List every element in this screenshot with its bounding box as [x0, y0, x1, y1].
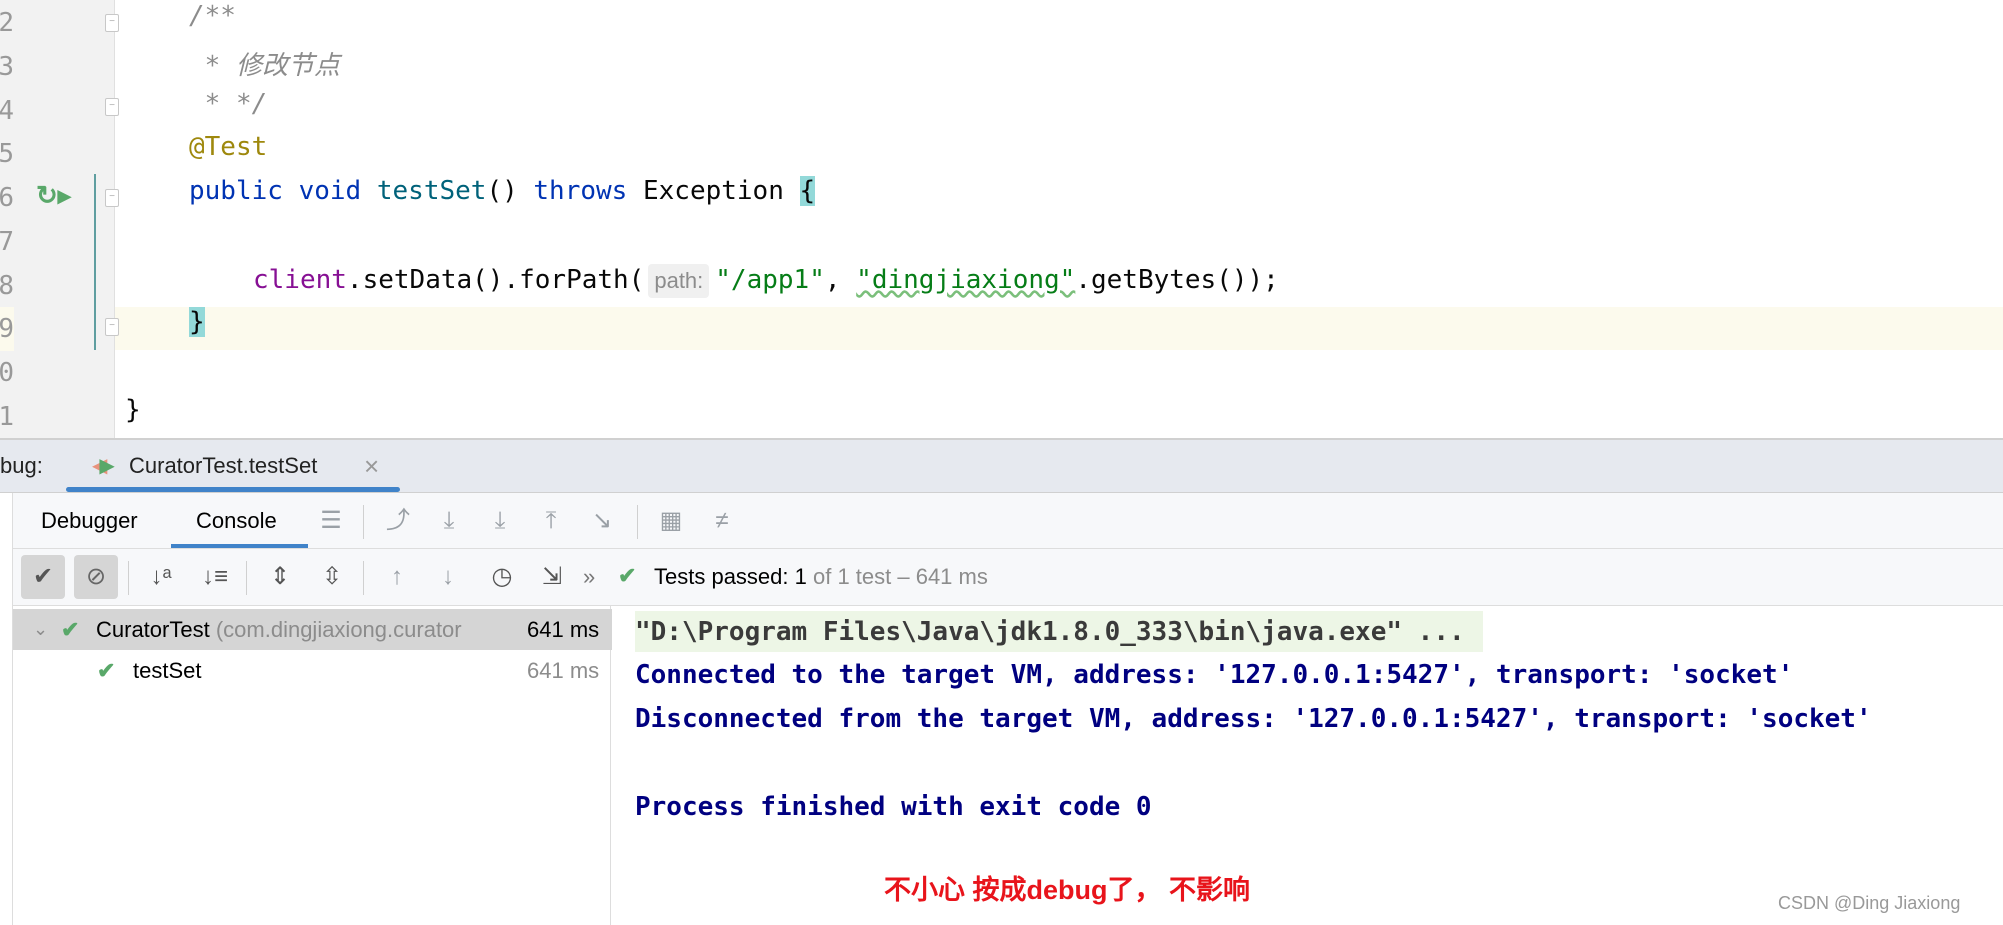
line-number: 9 [0, 307, 14, 351]
keyword: throws [533, 176, 628, 206]
string-literal: "dingjiaxiong" [856, 265, 1076, 295]
run-test-gutter-icon[interactable]: ↻▸ [36, 180, 71, 211]
code-area[interactable]: /** * 修改节点 * */ @Test public void testSe… [125, 0, 2003, 438]
sort-alphabetically-icon[interactable]: ↓ᵃ [146, 549, 176, 605]
tab-curatortest-testset[interactable]: ◀▶ CuratorTest.testSet × [66, 440, 400, 493]
expand-all-icon[interactable]: ⇕ [265, 549, 295, 605]
tree-item-label: CuratorTest (com.dingjiaxiong.curator [96, 609, 522, 650]
previous-failed-icon[interactable]: ↑ [382, 549, 412, 605]
more-actions-icon[interactable]: » [583, 564, 595, 590]
test-duration: 641 ms [527, 658, 600, 683]
status-passed-count: Tests passed: 1 [654, 564, 807, 589]
console-line: "D:\Program Files\Java\jdk1.8.0_333\bin\… [635, 617, 1465, 647]
sort-by-duration-icon[interactable]: ↓≡ [200, 549, 230, 605]
annotation-note: 不小心 按成debug了， 不影响 [884, 875, 1250, 905]
line-number: 0 [0, 358, 14, 388]
test-results-tree: ⌄ ✔ CuratorTest (com.dingjiaxiong.curato… [12, 606, 612, 925]
comma: , [824, 265, 857, 295]
fold-icon[interactable]: − [105, 318, 119, 336]
line-number: 5 [0, 139, 14, 169]
code-line: /** [189, 1, 236, 31]
call-tail: .getBytes()); [1075, 265, 1279, 295]
trace-icon[interactable]: ≠ [707, 493, 737, 549]
line-number: 7 [0, 227, 14, 257]
next-failed-icon[interactable]: ↓ [433, 549, 463, 605]
editor-gutter: 2 3 4 5 6 7 8 9 0 1 ↻▸ − − − − [0, 0, 119, 438]
test-history-icon[interactable]: ◷ [487, 549, 517, 605]
close-icon[interactable]: × [364, 451, 379, 482]
console-line: Connected to the target VM, address: '12… [635, 660, 1794, 690]
debugger-toolbar: Debugger Console ☰ ⤴ ⤓ ⤓ ⤒ ↘ ▦ ≠ [12, 493, 2003, 549]
string-literal: "/app1" [715, 265, 825, 295]
line-number: 2 [0, 8, 14, 38]
line-number: 6 [0, 183, 14, 213]
code-line: @Test [189, 132, 268, 162]
passed-check-icon: ✔ [61, 617, 80, 642]
vcs-change-marker [94, 174, 96, 350]
chevron-down-icon[interactable]: ⌄ [33, 609, 48, 650]
collapse-all-icon[interactable]: ⇳ [317, 549, 347, 605]
console-output[interactable]: "D:\Program Files\Java\jdk1.8.0_333\bin\… [612, 606, 2003, 925]
console-line: Disconnected from the target VM, address… [635, 704, 1872, 734]
parens: () [486, 176, 518, 206]
evaluate-expression-icon[interactable]: ▦ [656, 493, 686, 549]
line-number: 8 [0, 271, 14, 301]
passed-check-icon: ✔ [97, 658, 116, 683]
fold-icon[interactable]: − [105, 189, 119, 207]
tab-title: CuratorTest.testSet [129, 453, 318, 478]
line-number: 1 [0, 402, 14, 432]
tab-console[interactable]: Console [196, 508, 277, 534]
brace-match: { [799, 176, 816, 206]
step-out-icon[interactable]: ⤒ [536, 493, 566, 549]
line-number: 4 [0, 96, 14, 126]
layout-menu-icon[interactable]: ☰ [316, 493, 346, 549]
test-duration: 641 ms [527, 617, 600, 642]
passed-check-icon: ✔ [618, 563, 637, 588]
active-tab-indicator [66, 487, 400, 492]
fold-icon[interactable]: − [105, 14, 119, 32]
field-client: client [253, 265, 347, 295]
step-into-icon[interactable]: ⤓ [485, 493, 515, 549]
show-ignored-icon[interactable]: ⊘ [74, 555, 118, 599]
test-package: (com.dingjiaxiong.curator [209, 617, 462, 642]
code-line: public void testSet() throws Exception { [189, 176, 816, 220]
code-line: } [125, 395, 141, 425]
method-name: testSet [376, 176, 487, 206]
test-runner-toolbar: ✔ ⊘ ↓ᵃ ↓≡ ⇕ ⇳ ↑ ↓ ◷ ⇲ » ✔ Tests passed: … [12, 549, 2003, 606]
keyword: void [298, 176, 362, 206]
tree-item-curatortest[interactable]: ⌄ ✔ CuratorTest (com.dingjiaxiong.curato… [13, 609, 612, 650]
code-line: * 修改节点 [189, 51, 340, 81]
tree-item-label: testSet [133, 658, 202, 683]
active-tab-indicator [171, 544, 308, 548]
keyword: public [189, 176, 283, 206]
debug-label: bug: [0, 453, 43, 478]
line-number: 3 [0, 52, 14, 82]
show-execution-point-icon[interactable]: ⤴ [383, 493, 413, 549]
parameter-hint: path: [648, 264, 710, 298]
run-to-cursor-icon[interactable]: ↘ [587, 493, 617, 549]
fold-icon[interactable]: − [105, 98, 119, 116]
status-summary: of 1 test – 641 ms [806, 564, 988, 589]
test-status: Tests passed: 1 of 1 test – 641 ms [654, 564, 988, 590]
code-line: client.setData().forPath(path: "/app1", "… [253, 264, 1279, 308]
tab-debugger[interactable]: Debugger [41, 508, 138, 534]
test-class-name: CuratorTest [96, 617, 210, 642]
tree-item-testset[interactable]: ✔ testSet 641 ms [13, 650, 612, 691]
debug-tool-window-header: bug: ◀▶ CuratorTest.testSet × [0, 438, 2003, 493]
step-over-icon[interactable]: ⤓ [434, 493, 464, 549]
brace-match: } [189, 307, 205, 337]
show-passed-icon[interactable]: ✔ [21, 555, 65, 599]
call-chain: .setData().forPath( [346, 265, 645, 295]
watermark: CSDN @Ding Jiaxiong [1778, 893, 1961, 913]
console-line: Process finished with exit code 0 [635, 792, 1152, 822]
import-tests-icon[interactable]: ⇲ [537, 549, 567, 605]
code-line: } [189, 307, 205, 351]
exception-type: Exception [642, 176, 784, 206]
code-line: * */ [189, 89, 268, 119]
